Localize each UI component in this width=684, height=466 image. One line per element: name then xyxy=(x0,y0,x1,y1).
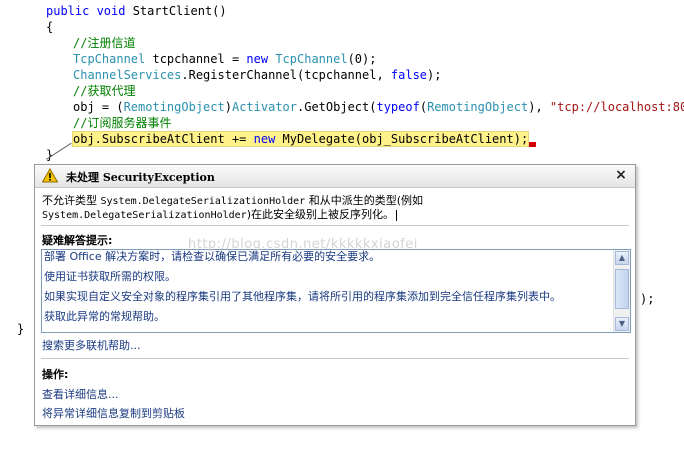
code-string: "tcp://localhost:8080 xyxy=(549,100,684,114)
code-comment: //注册信道 xyxy=(73,36,136,50)
code-line-2: { xyxy=(46,20,54,34)
view-details-link[interactable]: 查看详细信息... xyxy=(42,386,119,402)
message-text: 和从中派生的类型(例如 xyxy=(305,194,423,207)
code-type: Activator xyxy=(231,100,297,114)
tip-item[interactable]: 如果实现自定义安全对象的程序集引用了其他程序集，请将所引用的程序集添加到完全信任… xyxy=(44,290,561,303)
divider xyxy=(41,225,629,226)
dialog-header: 未处理 SecurityException × xyxy=(35,165,635,188)
exception-name: SecurityException xyxy=(102,171,215,184)
code-line-4: TcpChannel tcpchannel = new TcpChannel(0… xyxy=(73,51,376,67)
code-comment: //订阅服务器事件 xyxy=(73,116,172,130)
text-caret xyxy=(396,209,397,221)
code-text: (0); xyxy=(347,52,377,66)
code-line-1: public void StartClient() xyxy=(46,3,227,19)
copy-exception-details-link[interactable]: 将异常详细信息复制到剪贴板 xyxy=(42,405,185,421)
code-line-7: obj = (RemotingObject)Activator.GetObjec… xyxy=(73,99,684,115)
message-text: )在此安全级别上被反序列化。 xyxy=(246,208,394,221)
exception-message: 不允许类型 System.DelegateSerializationHolder… xyxy=(42,194,627,222)
search-online-help-link[interactable]: 搜索更多联机帮助... xyxy=(42,337,141,353)
code-keyword: new xyxy=(253,132,276,146)
actions-heading: 操作: xyxy=(42,368,69,381)
warning-icon xyxy=(42,168,58,183)
code-text: .GetObject( xyxy=(297,100,377,114)
code-text: tcpchannel = xyxy=(145,52,247,66)
scroll-thumb[interactable] xyxy=(615,269,629,309)
code-text: ( xyxy=(419,100,428,114)
code-keyword: typeof xyxy=(376,100,420,114)
scroll-down-icon[interactable]: ▼ xyxy=(615,317,629,331)
code-text: obj.SubscribeAtClient += xyxy=(73,132,254,146)
divider xyxy=(41,358,629,359)
close-button[interactable]: × xyxy=(613,167,629,183)
exception-assistant-dialog: 未处理 SecurityException × 不允许类型 System.Del… xyxy=(34,164,636,426)
code-text: StartClient() xyxy=(125,4,227,18)
tip-item[interactable]: 获取此异常的常规帮助。 xyxy=(44,310,165,323)
code-type: ChannelServices xyxy=(73,68,182,82)
code-keyword: false xyxy=(390,68,428,82)
dialog-title: 未处理 SecurityException xyxy=(66,169,215,185)
code-closing-brace: } xyxy=(17,322,25,336)
code-text: ), xyxy=(528,100,550,114)
code-type: TcpChannel xyxy=(275,52,348,66)
code-type: RemotingObject xyxy=(123,100,225,114)
code-type: TcpChannel xyxy=(73,52,146,66)
troubleshooting-tips-list[interactable]: 部署 Office 解决方案时，请检查以确保已满足所有必要的安全要求。 使用证书… xyxy=(41,249,631,333)
tips-scrollbar[interactable]: ▲ ▼ xyxy=(613,250,630,332)
code-text: ); xyxy=(427,68,442,82)
code-text: ) xyxy=(224,100,232,114)
message-text: 不允许类型 xyxy=(42,194,101,207)
error-marker xyxy=(529,142,537,147)
code-line-5: ChannelServices.RegisterChannel(tcpchann… xyxy=(73,67,441,83)
code-keyword: public void xyxy=(46,4,126,18)
code-type: RemotingObject xyxy=(427,100,529,114)
code-comment: //获取代理 xyxy=(73,84,136,98)
tips-heading: 疑难解答提示: xyxy=(42,234,113,247)
message-type: System.DelegateSerializationHolder xyxy=(42,210,247,221)
tip-item[interactable]: 使用证书获取所需的权限。 xyxy=(44,270,176,283)
watermark: http://blog.csdn.net/kkkkkxiaofei xyxy=(188,237,418,252)
title-prefix: 未处理 xyxy=(66,171,103,184)
code-text: MyDelegate(obj_SubscribeAtClient); xyxy=(275,132,529,146)
code-line-9-highlighted[interactable]: obj.SubscribeAtClient += new MyDelegate(… xyxy=(71,131,537,147)
code-keyword: new xyxy=(246,52,269,66)
code-text: obj = ( xyxy=(73,100,124,114)
code-text: .RegisterChannel(tcpchannel, xyxy=(181,68,391,82)
scroll-up-icon[interactable]: ▲ xyxy=(615,251,629,265)
code-fragment: ); xyxy=(640,292,655,306)
message-type: System.DelegateSerializationHolder xyxy=(100,196,306,207)
